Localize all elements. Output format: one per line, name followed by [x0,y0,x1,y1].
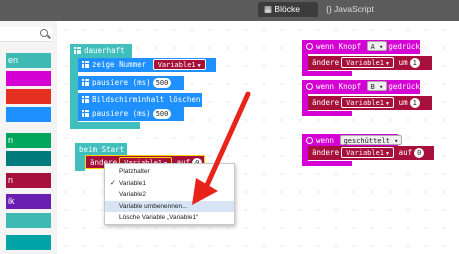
pause-value[interactable]: 500 [152,109,172,119]
variable-dropdown[interactable]: Variable1▼ [341,97,395,108]
set-to-block[interactable]: ändereVariable1▼ auf0 [308,146,434,160]
by-value[interactable]: 1 [409,98,420,108]
change-by-block[interactable]: ändere Variable1 ▼ um 1 [308,56,432,70]
grid-icon [82,96,89,103]
forever-bracket [70,58,78,122]
by-label: um [398,58,408,67]
grid-icon [82,110,89,117]
toolbox-item[interactable]: n [6,133,51,148]
event-icon [306,83,313,90]
change-label: ändere [312,148,340,157]
clear-screen-label: Bildschirminhalt löschen [92,95,201,104]
pause-block[interactable]: pausiere (ms) 500 [78,107,184,121]
show-number-label: zeige Nummer [92,60,147,69]
grid-icon [82,61,89,68]
grid-icon [74,47,81,54]
event-icon [306,43,313,50]
toolbox-item[interactable]: en [6,53,51,68]
show-number-block[interactable]: zeige Nummer Variable1 ▼ [78,58,216,72]
forever-bottom [70,122,140,129]
search-icon [40,29,48,37]
toolbox-item[interactable] [6,107,51,122]
variable-dropdown[interactable]: Variable1▼ [341,57,395,68]
dropdown-item-delete-variable[interactable]: Lösche Variable „Variable1“ [105,212,234,223]
check-icon: ✓ [110,180,116,187]
pause-label: pausiere (ms) [92,109,151,118]
variable-dropdown[interactable]: Variable1▼ [341,147,395,158]
toolbox: en n n ik [0,21,57,254]
event-bottom [302,161,352,166]
toolbox-item[interactable] [6,89,51,104]
on-button-b-block[interactable]: wenn Knopf B ▾ gedrückt [302,80,424,94]
to-label: auf [398,148,413,157]
toolbox-item[interactable]: ik [6,194,51,209]
change-label: ändere [312,98,340,107]
change-label: ändere [312,58,340,67]
forever-label: dauerhaft [84,46,125,55]
to-value[interactable]: 0 [414,148,425,158]
grid-icon [82,79,89,86]
on-button-label: wenn Knopf [316,82,362,91]
change-by-block[interactable]: ändere Variable1 ▼ um 1 [308,96,432,110]
on-button-a-block[interactable]: wenn Knopf A ▾ gedrückt [302,40,424,54]
blocks-icon: ▦ [264,4,275,14]
event-icon [306,137,313,144]
toolbox-item[interactable] [6,213,51,228]
forever-block[interactable]: dauerhaft [70,44,132,58]
on-button-label: wenn Knopf [316,42,362,51]
variable-dropdown[interactable]: Variable1▼ [152,59,206,70]
button-dropdown[interactable]: B ▾ [366,81,388,91]
pressed-label: gedrückt [388,82,425,91]
tab-blocks-label: Blöcke [274,4,300,14]
event-bottom [302,111,352,116]
toolbox-item[interactable] [6,151,51,166]
pause-value[interactable]: 500 [152,78,172,88]
tab-javascript[interactable]: {} JavaScript [320,2,400,17]
pause-label: pausiere (ms) [92,78,151,87]
pressed-label: gedrückt [388,42,425,51]
toolbox-item[interactable]: n [6,173,51,188]
event-bottom [302,71,352,76]
by-label: um [398,98,408,107]
tab-blocks[interactable]: ▦ Blöcke [258,2,318,17]
when-label: wenn [316,136,335,145]
on-start-bracket [75,157,85,171]
toolbox-search[interactable] [0,27,52,42]
on-start-label: beim Start [79,145,125,154]
gesture-dropdown[interactable]: geschüttelt ▾ [339,135,403,145]
pause-block[interactable]: pausiere (ms) 500 [78,76,184,90]
toolbox-item[interactable] [6,235,51,250]
annotation-arrow-icon [192,91,251,205]
button-dropdown[interactable]: A ▾ [366,41,388,51]
toolbox-item[interactable] [6,71,51,86]
top-bar: ▦ Blöcke {} JavaScript [0,0,459,21]
by-value[interactable]: 1 [409,58,420,68]
clear-screen-block[interactable]: Bildschirminhalt löschen [78,93,202,107]
